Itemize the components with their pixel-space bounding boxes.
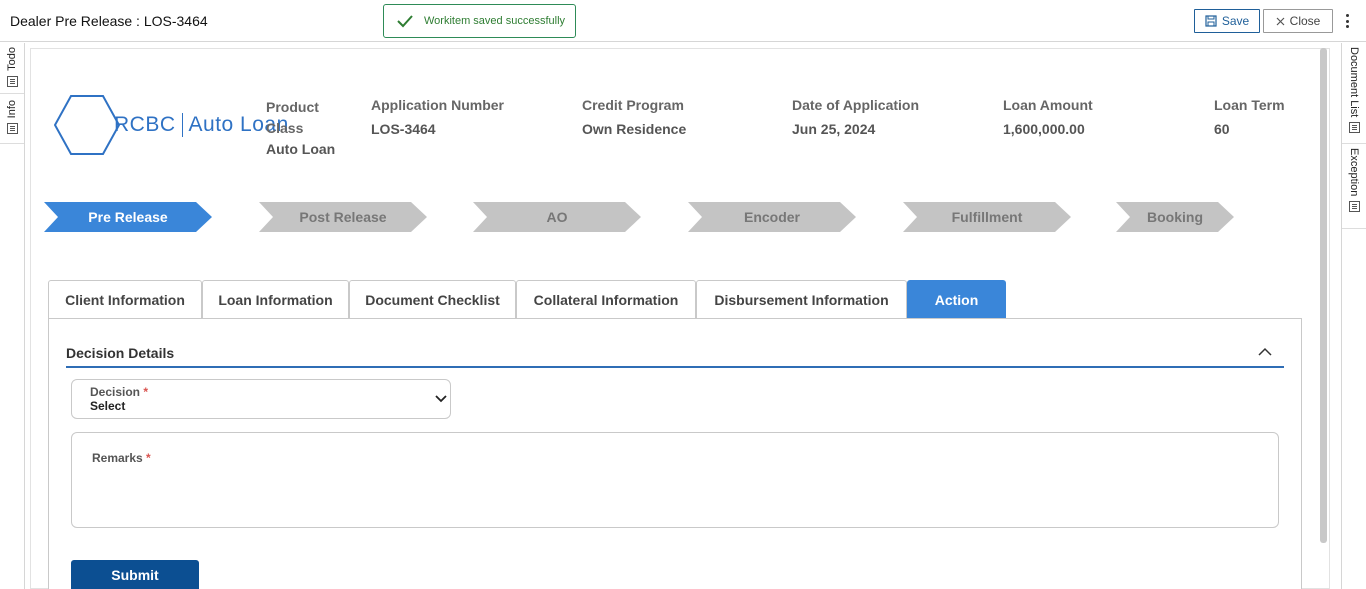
chevron-down-icon	[435, 395, 447, 403]
tab-action[interactable]: Action	[907, 280, 1006, 318]
rail-divider	[0, 143, 24, 144]
right-side-rail: Document List Exception	[1341, 43, 1366, 589]
close-button[interactable]: Close	[1263, 9, 1333, 33]
date-of-application-info: Date of Application Jun 25, 2024	[792, 97, 919, 137]
info-value: Own Residence	[582, 121, 687, 137]
logo-divider	[181, 113, 183, 138]
rail-tab-label: Info	[6, 100, 18, 119]
logo-brand: RCBC	[114, 112, 176, 136]
step-post-release[interactable]: Post Release	[259, 202, 427, 232]
page-title: Dealer Pre Release : LOS-3464	[10, 13, 208, 29]
save-button[interactable]: Save	[1194, 9, 1260, 33]
info-label: Application Number	[371, 97, 505, 113]
tab-loan-information[interactable]: Loan Information	[202, 280, 349, 318]
save-label: Save	[1221, 14, 1250, 28]
chevron-up-icon[interactable]	[1258, 346, 1272, 358]
document-icon	[1348, 122, 1360, 134]
loan-term-info: Loan Term 60	[1214, 97, 1285, 137]
rail-tab-info[interactable]: Info	[0, 100, 24, 135]
step-label: AO	[546, 209, 568, 225]
credit-program-info: Credit Program Own Residence	[582, 97, 686, 137]
tab-client-information[interactable]: Client Information	[48, 280, 202, 318]
logo-text: RCBC Auto Loan	[114, 112, 289, 138]
step-label: Booking	[1147, 209, 1203, 225]
hexagon-logo-icon	[54, 95, 120, 155]
scrollbar[interactable]	[1320, 48, 1327, 543]
section-title: Decision Details	[66, 345, 175, 361]
rail-divider	[0, 93, 24, 94]
info-value: 60	[1214, 121, 1230, 137]
step-fulfillment[interactable]: Fulfillment	[903, 202, 1071, 232]
step-label: Fulfillment	[951, 209, 1023, 225]
left-side-rail: Todo Info	[0, 43, 25, 589]
section-divider	[66, 366, 1284, 368]
rail-tab-label: Exception	[1348, 148, 1360, 197]
step-booking[interactable]: Booking	[1116, 202, 1234, 232]
rail-divider	[1342, 143, 1366, 144]
step-pre-release[interactable]: Pre Release	[44, 202, 212, 232]
decision-value: Select	[90, 399, 126, 413]
info-label: Loan Amount	[1003, 97, 1093, 113]
rail-tab-todo[interactable]: Todo	[0, 47, 24, 87]
info-value: Auto Loan	[266, 141, 336, 157]
rail-tab-label: Document List	[1348, 47, 1360, 118]
step-label: Encoder	[743, 209, 800, 225]
rail-divider	[1342, 228, 1366, 229]
required-marker: *	[146, 451, 151, 465]
top-bar: Dealer Pre Release : LOS-3464 Workitem s…	[0, 0, 1366, 42]
info-value: LOS-3464	[371, 121, 436, 137]
check-icon	[397, 15, 413, 28]
decision-select[interactable]: Decision * Select	[71, 379, 451, 419]
info-value: Jun 25, 2024	[792, 121, 876, 137]
more-options-icon[interactable]	[1340, 12, 1354, 30]
document-icon	[1348, 201, 1360, 213]
tab-collateral-information[interactable]: Collateral Information	[516, 280, 696, 318]
close-icon	[1276, 17, 1285, 25]
success-toast: Workitem saved successfully	[383, 4, 576, 38]
rail-tab-document-list[interactable]: Document List	[1342, 47, 1366, 134]
submit-button[interactable]: Submit	[71, 560, 199, 589]
info-label: Credit Program	[582, 97, 684, 113]
product-class-info: Product Class Auto Loan	[266, 97, 346, 157]
close-label: Close	[1289, 14, 1321, 28]
application-number-info: Application Number LOS-3464	[371, 97, 504, 137]
document-icon	[6, 123, 18, 135]
save-icon	[1205, 15, 1217, 27]
step-ao[interactable]: AO	[473, 202, 641, 232]
rail-tab-label: Todo	[6, 47, 18, 71]
decision-label: Decision	[90, 385, 141, 399]
step-encoder[interactable]: Encoder	[688, 202, 856, 232]
toast-message: Workitem saved successfully	[424, 15, 566, 27]
rail-tab-exception[interactable]: Exception	[1342, 148, 1366, 213]
tab-disbursement-information[interactable]: Disbursement Information	[696, 280, 907, 318]
step-label: Post Release	[299, 209, 387, 225]
tab-document-checklist[interactable]: Document Checklist	[349, 280, 516, 318]
info-value: 1,600,000.00	[1003, 121, 1085, 137]
field-label: Decision *	[90, 385, 148, 399]
rcbc-logo: RCBC Auto Loan	[54, 95, 289, 155]
remarks-field[interactable]: Remarks *	[71, 432, 1279, 528]
field-label: Remarks *	[92, 451, 151, 465]
loan-amount-info: Loan Amount 1,600,000.00	[1003, 97, 1093, 137]
required-marker: *	[143, 385, 149, 399]
info-label: Date of Application	[792, 97, 920, 113]
document-icon	[6, 75, 18, 87]
info-label: Loan Term	[1214, 97, 1285, 113]
step-label: Pre Release	[88, 209, 168, 225]
remarks-label: Remarks	[92, 451, 143, 465]
info-label: Product Class	[266, 99, 319, 136]
